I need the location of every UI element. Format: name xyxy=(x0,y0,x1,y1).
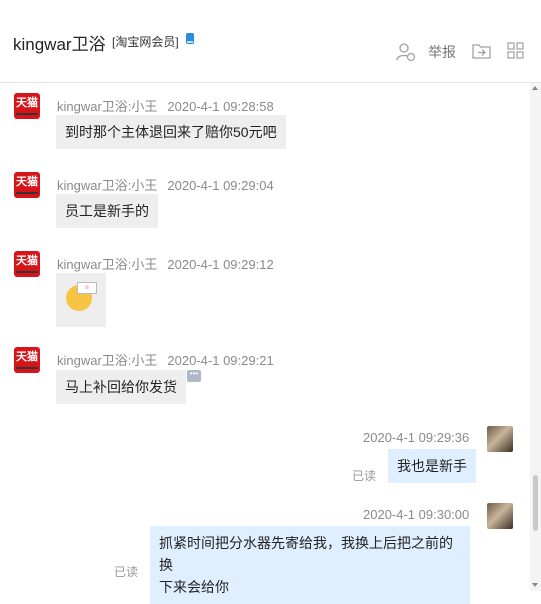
mobile-icon xyxy=(186,33,194,44)
more-options-icon[interactable]: ••• xyxy=(187,370,201,382)
message-time: 2020-4-1 09:29:36 xyxy=(363,430,470,445)
message-bubble[interactable]: 马上补回给你发货 xyxy=(56,370,186,404)
message-meta: kingwar卫浴:小王 2020-4-1 09:29:21 xyxy=(57,350,274,369)
sticker-bubble[interactable]: ☆ xyxy=(56,273,106,327)
message-time: 2020-4-1 09:30:00 xyxy=(363,507,470,522)
message-bubble[interactable]: 到时那个主体退回来了赔你50元吧 xyxy=(56,115,286,149)
chat-header: kingwar卫浴 [淘宝网会员] 举报 xyxy=(0,0,541,83)
sender-name: kingwar卫浴:小王 xyxy=(57,353,158,368)
message-time: 2020-4-1 09:29:12 xyxy=(167,257,274,272)
sender-name: kingwar卫浴:小王 xyxy=(57,178,158,193)
scroll-thumb[interactable] xyxy=(533,475,538,531)
message-meta: kingwar卫浴:小王 2020-4-1 09:29:04 xyxy=(57,175,274,194)
message-meta: kingwar卫浴:小王 2020-4-1 09:28:58 xyxy=(57,96,274,115)
tmall-avatar[interactable]: 天猫 xyxy=(14,251,40,277)
tmall-avatar[interactable]: 天猫 xyxy=(14,172,40,198)
user-avatar[interactable] xyxy=(487,503,513,529)
my-message-bubble[interactable]: 抓紧时间把分水器先寄给我，我换上后把之前的换 下来会给你 xyxy=(150,526,470,604)
report-button[interactable]: 举报 xyxy=(428,42,456,62)
user-avatar[interactable] xyxy=(487,426,513,452)
my-message-bubble[interactable]: 我也是新手 xyxy=(388,449,476,483)
contact-title[interactable]: kingwar卫浴 xyxy=(13,30,106,55)
message-list[interactable]: 天猫 kingwar卫浴:小王 2020-4-1 09:28:58 到时那个主体退… xyxy=(0,83,530,604)
forward-icon[interactable] xyxy=(472,42,491,59)
scrollbar[interactable] xyxy=(530,83,541,591)
message-time: 2020-4-1 09:29:04 xyxy=(167,178,274,193)
scroll-up-icon[interactable] xyxy=(532,86,538,90)
tmall-avatar[interactable]: 天猫 xyxy=(14,93,40,119)
tmall-avatar[interactable]: 天猫 xyxy=(14,347,40,373)
message-line: 抓紧时间把分水器先寄给我，我换上后把之前的换 xyxy=(159,535,453,573)
scroll-down-icon[interactable] xyxy=(532,583,538,587)
message-bubble[interactable]: 员工是新手的 xyxy=(56,194,158,228)
sticker-sign-icon: ☆ xyxy=(77,282,97,294)
message-meta: kingwar卫浴:小王 2020-4-1 09:29:12 xyxy=(57,254,274,273)
read-status: 已读 xyxy=(114,565,139,579)
message-time: 2020-4-1 09:29:21 xyxy=(167,353,274,368)
message-line: 下来会给你 xyxy=(159,579,229,595)
apps-grid-icon[interactable] xyxy=(507,42,524,59)
read-status: 已读 xyxy=(352,469,377,483)
member-tag: [淘宝网会员] xyxy=(112,35,179,49)
add-contact-icon[interactable] xyxy=(396,42,416,62)
message-time: 2020-4-1 09:28:58 xyxy=(167,99,274,114)
sender-name: kingwar卫浴:小王 xyxy=(57,99,158,114)
sender-name: kingwar卫浴:小王 xyxy=(57,257,158,272)
